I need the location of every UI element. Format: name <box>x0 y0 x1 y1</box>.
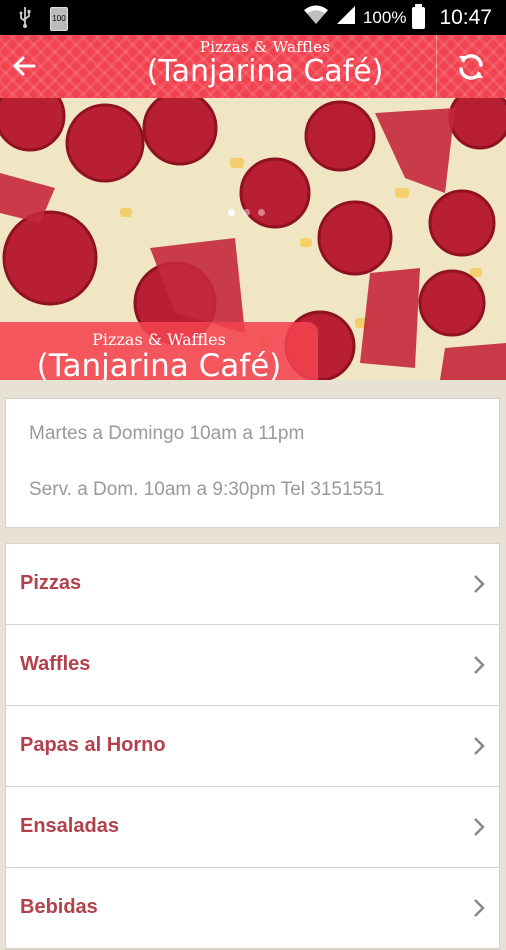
menu-item-waffles[interactable]: Waffles <box>6 625 499 706</box>
carousel-indicator <box>228 209 265 216</box>
app-title: Pizzas & Waffles (Tanjarina Café) <box>100 35 430 98</box>
hero-banner-subtitle: Pizzas & Waffles <box>92 330 226 349</box>
carousel-dot[interactable] <box>243 209 250 216</box>
carousel-dot[interactable] <box>258 209 265 216</box>
menu-item-label: Pizzas <box>20 572 82 594</box>
menu-item-ensaladas[interactable]: Ensaladas <box>6 787 499 868</box>
battery-icon <box>412 3 426 29</box>
clock: 10:47 <box>439 5 492 29</box>
cell-signal-icon <box>335 4 357 31</box>
service-hours: Serv. a Dom. 10am a 9:30pm Tel 3151551 <box>29 479 385 500</box>
header-divider <box>436 35 437 98</box>
hero-banner-title: (Tanjarina Café) <box>36 348 282 380</box>
chevron-right-icon <box>474 656 485 674</box>
chevron-right-icon <box>474 575 485 593</box>
refresh-icon <box>459 54 483 80</box>
status-bar: 100 100% 10:47 <box>0 0 506 35</box>
menu-item-papas-al-horno[interactable]: Papas al Horno <box>6 706 499 787</box>
menu-item-label: Ensaladas <box>20 815 119 837</box>
usb-icon <box>18 6 32 33</box>
menu-list: Pizzas Waffles Papas al Horno Ensaladas … <box>5 543 500 950</box>
app-header: Pizzas & Waffles (Tanjarina Café) <box>0 35 506 98</box>
battery-notification-label: 100 <box>52 14 66 23</box>
back-arrow-icon <box>13 56 36 76</box>
wifi-icon <box>303 4 329 31</box>
chevron-right-icon <box>474 818 485 836</box>
carousel-dot[interactable] <box>228 209 235 216</box>
back-button[interactable] <box>6 47 42 85</box>
opening-hours: Martes a Domingo 10am a 11pm <box>29 423 305 444</box>
battery-notification-icon: 100 <box>50 7 68 31</box>
chevron-right-icon <box>474 737 485 755</box>
menu-item-label: Bebidas <box>20 896 98 918</box>
chevron-right-icon <box>474 899 485 917</box>
menu-item-label: Papas al Horno <box>20 734 166 756</box>
refresh-button[interactable] <box>450 47 492 87</box>
menu-item-bebidas[interactable]: Bebidas <box>6 868 499 949</box>
menu-item-label: Waffles <box>20 653 91 675</box>
menu-item-pizzas[interactable]: Pizzas <box>6 544 499 625</box>
app-title-text: (Tanjarina Café) <box>146 54 384 89</box>
info-card: Martes a Domingo 10am a 11pm Serv. a Dom… <box>5 398 500 528</box>
hero-logo-banner: Pizzas & Waffles (Tanjarina Café) <box>0 322 318 380</box>
battery-percent: 100% <box>362 7 407 27</box>
